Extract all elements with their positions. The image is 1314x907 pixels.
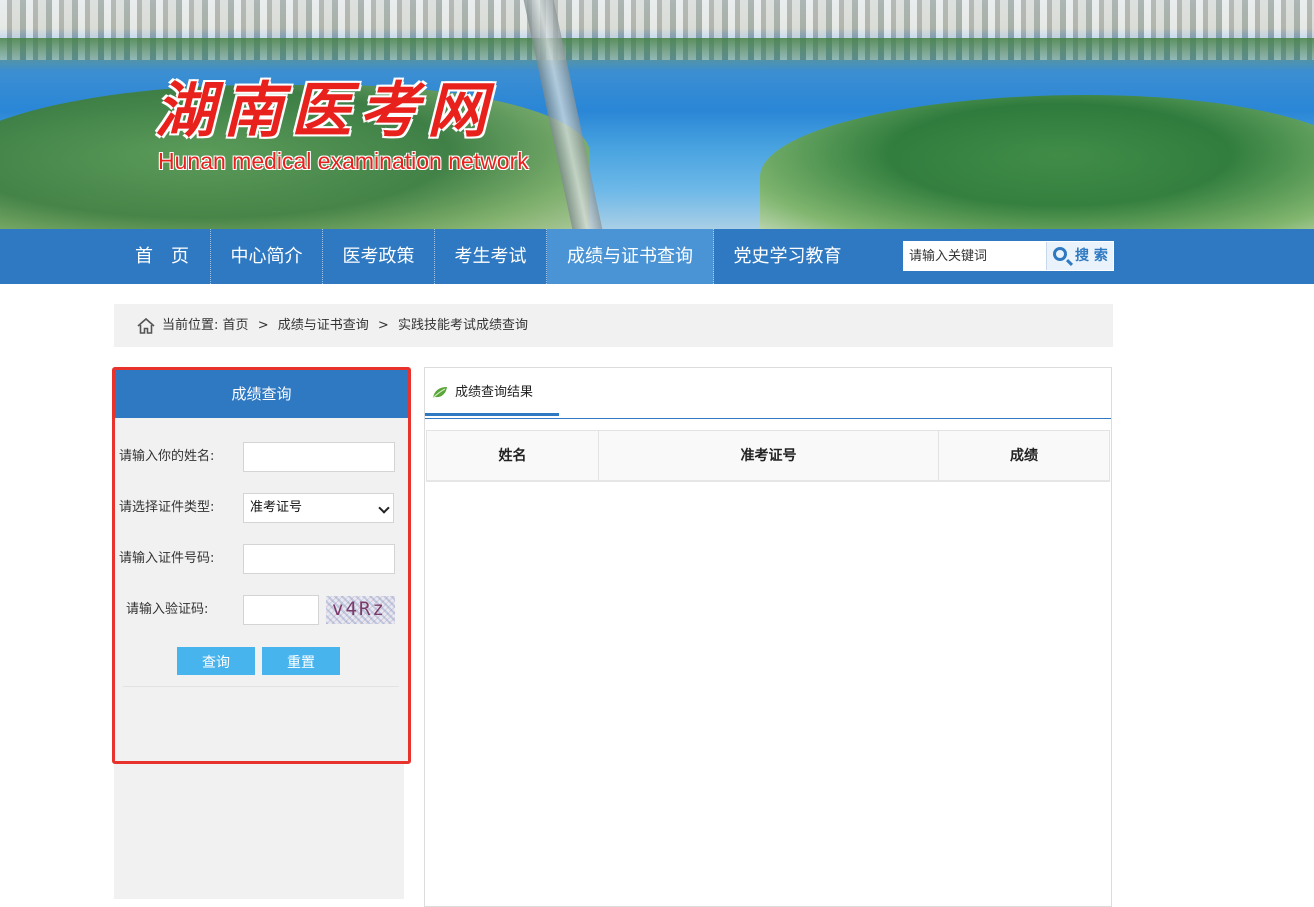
- breadcrumb-link-scores[interactable]: 成绩与证书查询: [278, 318, 369, 333]
- id-number-row: 请输入证件号码:: [115, 544, 408, 576]
- breadcrumb-separator: >: [377, 318, 389, 333]
- breadcrumb-trail: 当前位置: 首页 > 成绩与证书查询 > 实践技能考试成绩查询: [162, 304, 528, 347]
- score-query-form: 成绩查询 请输入你的姓名: 请选择证件类型: 准考证号 请输入证件号码: 请输入…: [112, 367, 411, 764]
- name-row: 请输入你的姓名:: [115, 442, 408, 474]
- form-title: 成绩查询: [115, 370, 408, 418]
- banner-island-right: [760, 95, 1314, 229]
- search-button[interactable]: 搜 索: [1046, 242, 1113, 270]
- tab-score-results[interactable]: 成绩查询结果: [425, 368, 559, 416]
- captcha-input[interactable]: [243, 595, 319, 625]
- id-type-select[interactable]: 准考证号: [243, 493, 394, 523]
- results-tabbar: 成绩查询结果: [425, 368, 1111, 419]
- nav-item-home[interactable]: 首 页: [114, 229, 211, 284]
- search-icon: [1053, 247, 1067, 261]
- home-icon: [137, 317, 155, 334]
- column-header-admission-number: 准考证号: [599, 431, 939, 481]
- id-type-selected: 准考证号: [250, 500, 303, 515]
- search-input[interactable]: [904, 242, 1044, 270]
- breadcrumb: 当前位置: 首页 > 成绩与证书查询 > 实践技能考试成绩查询: [114, 304, 1113, 347]
- id-type-row: 请选择证件类型: 准考证号: [115, 493, 408, 525]
- id-number-input[interactable]: [243, 544, 395, 574]
- nav-item-party-history[interactable]: 党史学习教育: [714, 229, 861, 284]
- search-button-label: 搜 索: [1075, 248, 1108, 264]
- reset-button[interactable]: 重置: [262, 647, 340, 675]
- chevron-down-icon: [378, 502, 390, 514]
- header-banner: 湖南医考网 Hunan medical examination network: [0, 0, 1314, 229]
- id-type-label: 请选择证件类型:: [119, 500, 215, 515]
- results-table-header: 姓名 准考证号 成绩: [426, 430, 1110, 482]
- captcha-label: 请输入验证码:: [126, 602, 209, 617]
- nav-item-exam[interactable]: 考生考试: [435, 229, 547, 284]
- captcha-image-text: v4Rz: [332, 598, 386, 620]
- breadcrumb-link-home[interactable]: 首页: [223, 318, 249, 333]
- leaf-icon: [432, 387, 447, 399]
- id-number-label: 请输入证件号码:: [119, 551, 215, 566]
- nav-item-about[interactable]: 中心简介: [211, 229, 323, 284]
- column-header-score: 成绩: [1010, 448, 1038, 464]
- breadcrumb-current: 实践技能考试成绩查询: [397, 318, 528, 333]
- nav-item-scores[interactable]: 成绩与证书查询: [547, 229, 714, 284]
- nav-menu: 首 页 中心简介 医考政策 考生考试 成绩与证书查询 党史学习教育: [114, 229, 861, 284]
- query-button[interactable]: 查询: [177, 647, 255, 675]
- breadcrumb-separator: >: [257, 318, 269, 333]
- form-actions: 查询 重置: [115, 647, 408, 679]
- site-logo-english: Hunan medical examination network: [158, 148, 529, 174]
- nav-item-policy[interactable]: 医考政策: [323, 229, 435, 284]
- breadcrumb-prefix: 当前位置:: [162, 318, 219, 333]
- captcha-image[interactable]: v4Rz: [326, 596, 395, 624]
- captcha-row: 请输入验证码: v4Rz: [115, 595, 408, 627]
- site-logo: 湖南医考网: [155, 76, 495, 146]
- results-panel: 成绩查询结果 姓名 准考证号 成绩: [424, 367, 1112, 907]
- form-divider: [123, 686, 399, 687]
- name-input[interactable]: [243, 442, 395, 472]
- column-header-name: 姓名: [427, 431, 599, 481]
- search-box: 搜 索: [903, 241, 1114, 271]
- tab-score-results-label: 成绩查询结果: [455, 385, 534, 400]
- name-label: 请输入你的姓名:: [119, 449, 215, 464]
- main-nav: 首 页 中心简介 医考政策 考生考试 成绩与证书查询 党史学习教育 搜 索: [0, 229, 1314, 284]
